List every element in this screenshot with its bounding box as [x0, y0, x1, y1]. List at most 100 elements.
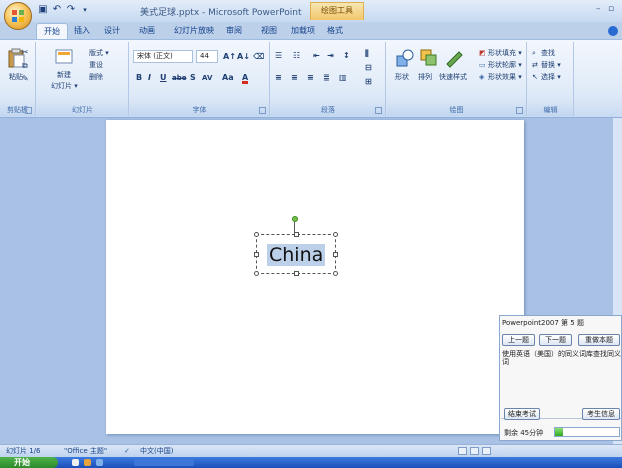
- slide-sorter-view-icon[interactable]: [470, 447, 479, 455]
- bullets-icon[interactable]: ☰: [275, 50, 282, 62]
- clear-format-icon[interactable]: ⌫: [253, 51, 264, 63]
- slide-canvas[interactable]: China: [106, 120, 524, 434]
- prev-question-button[interactable]: 上一题: [502, 334, 535, 346]
- examinee-info-button[interactable]: 考生信息: [582, 408, 620, 420]
- normal-view-icon[interactable]: [458, 447, 467, 455]
- align-center-icon[interactable]: ≡: [291, 72, 298, 84]
- redo-question-button[interactable]: 重做本题: [578, 334, 620, 346]
- minimize-button[interactable]: –: [596, 4, 601, 14]
- arrange-icon[interactable]: [420, 48, 438, 68]
- slide-text-selected[interactable]: China: [267, 244, 326, 266]
- tab-insert[interactable]: 插入: [74, 25, 90, 36]
- start-button[interactable]: 开始: [0, 457, 58, 468]
- layout-button[interactable]: 版式 ▾: [89, 48, 109, 58]
- qat-dropdown-icon[interactable]: ▾: [78, 3, 92, 17]
- tab-home[interactable]: 开始: [36, 23, 68, 39]
- underline-button[interactable]: U: [160, 72, 167, 84]
- replace-button[interactable]: 替换 ▾: [541, 60, 561, 70]
- increase-indent-icon[interactable]: ⇥: [327, 50, 334, 62]
- tab-addins[interactable]: 加载项: [291, 25, 315, 36]
- slideshow-view-icon[interactable]: [482, 447, 491, 455]
- tab-animations[interactable]: 动画: [139, 25, 155, 36]
- numbering-icon[interactable]: ☷: [293, 50, 300, 62]
- shape-outline-icon[interactable]: ▭: [479, 60, 486, 70]
- decrease-indent-icon[interactable]: ⇤: [313, 50, 320, 62]
- align-right-icon[interactable]: ≡: [307, 72, 314, 84]
- resize-handle-top[interactable]: [294, 232, 299, 237]
- columns-icon[interactable]: ▥: [339, 72, 347, 84]
- tab-review[interactable]: 审阅: [226, 25, 242, 36]
- resize-handle-top-left[interactable]: [254, 232, 259, 237]
- shape-fill-icon[interactable]: ◩: [479, 48, 486, 58]
- cut-icon[interactable]: ✂: [21, 48, 29, 58]
- resize-handle-right[interactable]: [333, 252, 338, 257]
- shape-effects-icon[interactable]: ◈: [479, 72, 484, 82]
- font-color-button[interactable]: A: [242, 72, 249, 84]
- italic-button[interactable]: I: [148, 72, 151, 84]
- replace-icon[interactable]: ⇄: [532, 60, 538, 70]
- resize-handle-bottom-right[interactable]: [333, 271, 338, 276]
- editing-group-label: 编辑: [528, 104, 573, 116]
- drawing-launcher-icon[interactable]: [516, 107, 523, 114]
- tab-slideshow[interactable]: 幻灯片放映: [174, 25, 214, 36]
- spellcheck-icon[interactable]: ✓: [124, 446, 130, 457]
- align-text-icon[interactable]: ⊟: [365, 62, 372, 74]
- language-indicator[interactable]: 中文(中国): [140, 446, 173, 457]
- rotation-handle[interactable]: [292, 216, 298, 222]
- select-button[interactable]: 选择 ▾: [541, 72, 561, 82]
- format-painter-icon[interactable]: ✎: [22, 74, 29, 84]
- resize-handle-bottom-left[interactable]: [254, 271, 259, 276]
- resize-handle-top-right[interactable]: [333, 232, 338, 237]
- tab-design[interactable]: 设计: [104, 25, 120, 36]
- text-direction-icon[interactable]: ⫼: [365, 48, 369, 60]
- theme-name: "Office 主题": [64, 447, 108, 455]
- shapes-icon[interactable]: [396, 48, 414, 68]
- clipboard-launcher-icon[interactable]: [25, 107, 32, 114]
- align-left-icon[interactable]: ≡: [275, 72, 282, 84]
- quicklaunch-icon-2[interactable]: [84, 459, 91, 466]
- find-button[interactable]: 查找: [541, 48, 555, 58]
- shrink-font-icon[interactable]: A↓: [237, 51, 250, 63]
- font-launcher-icon[interactable]: [259, 107, 266, 114]
- find-icon[interactable]: ⌕: [532, 48, 536, 58]
- paragraph-launcher-icon[interactable]: [375, 107, 382, 114]
- undo-icon[interactable]: ↶: [50, 3, 64, 17]
- quicklaunch-icon-1[interactable]: [72, 459, 79, 466]
- help-icon[interactable]: [608, 26, 618, 36]
- bold-button[interactable]: B: [136, 72, 142, 84]
- shape-effects-button[interactable]: 形状效果 ▾: [488, 72, 522, 82]
- line-spacing-icon[interactable]: ↕: [343, 50, 350, 62]
- resize-handle-bottom[interactable]: [294, 271, 299, 276]
- quicklaunch-icon-3[interactable]: [96, 459, 103, 466]
- copy-icon[interactable]: ⧉: [22, 61, 28, 71]
- finish-exam-button[interactable]: 结束考试: [504, 408, 540, 420]
- justify-icon[interactable]: ≣: [323, 72, 330, 84]
- shadow-button[interactable]: S: [190, 72, 196, 84]
- select-icon[interactable]: ↖: [532, 72, 538, 82]
- new-slide-label[interactable]: 新建: [57, 70, 71, 80]
- font-size-combo[interactable]: 44: [196, 50, 218, 63]
- save-icon[interactable]: ▣: [36, 3, 50, 17]
- font-name-combo[interactable]: 宋体 (正文): [133, 50, 193, 63]
- restore-button[interactable]: ▫: [608, 4, 614, 14]
- tab-format[interactable]: 格式: [327, 25, 343, 36]
- shape-fill-button[interactable]: 形状填充 ▾: [488, 48, 522, 58]
- office-button[interactable]: [4, 2, 32, 30]
- reset-button[interactable]: 重设: [89, 60, 103, 70]
- new-slide-icon[interactable]: [55, 48, 73, 68]
- delete-button[interactable]: 删除: [89, 72, 103, 82]
- shape-outline-button[interactable]: 形状轮廓 ▾: [488, 60, 522, 70]
- grow-font-icon[interactable]: A↑: [223, 51, 236, 63]
- quick-styles-icon[interactable]: [445, 48, 463, 68]
- strikethrough-button[interactable]: abe: [172, 72, 186, 84]
- redo-icon[interactable]: ↷: [64, 3, 78, 17]
- next-question-button[interactable]: 下一题: [539, 334, 572, 346]
- resize-handle-left[interactable]: [254, 252, 259, 257]
- taskbar-window-button[interactable]: [134, 459, 194, 466]
- char-spacing-button[interactable]: AV: [202, 72, 212, 84]
- change-case-button[interactable]: Aa: [222, 72, 234, 84]
- smartart-icon[interactable]: ⊞: [365, 76, 372, 88]
- selected-text-box[interactable]: China: [254, 232, 338, 276]
- new-slide-dropdown[interactable]: 幻灯片 ▾: [51, 81, 78, 91]
- tab-view[interactable]: 视图: [261, 25, 277, 36]
